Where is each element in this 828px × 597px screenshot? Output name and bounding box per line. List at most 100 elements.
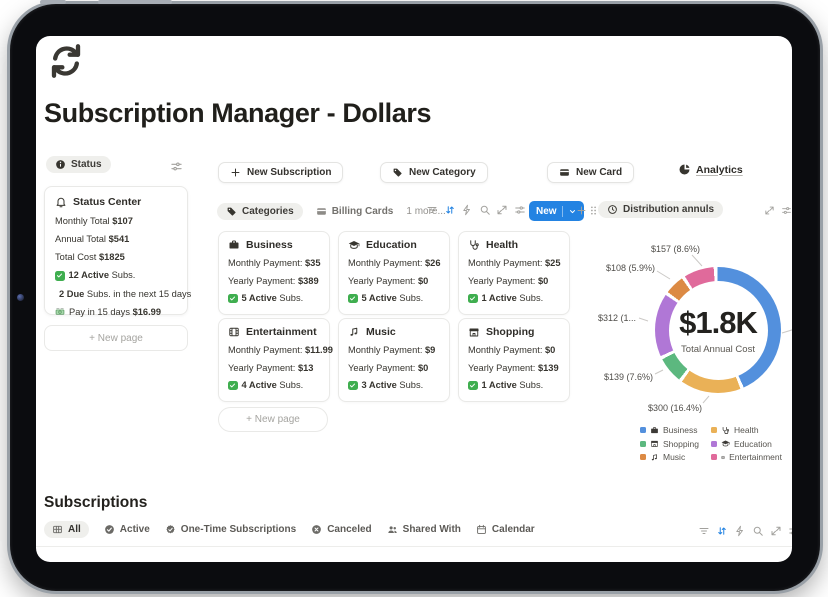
status-center-title: Status Center (73, 196, 141, 208)
bell-icon (55, 196, 67, 208)
card-health[interactable]: Health Monthly Payment: $25 Yearly Payme… (458, 231, 570, 315)
new-card-button[interactable]: New Card (547, 162, 634, 183)
money-icon (55, 307, 65, 317)
legend-item-music: Music (640, 452, 711, 462)
tab-one-time-subscriptions[interactable]: One-Time Subscriptions (165, 524, 296, 535)
info-icon (55, 159, 66, 170)
search-icon[interactable] (752, 525, 764, 537)
expand-icon[interactable] (496, 204, 508, 216)
stethoscope-icon (468, 239, 480, 251)
calendar-icon (476, 524, 487, 535)
tab-categories[interactable]: Categories (217, 203, 303, 220)
annual-total-row: Annual Total $541 (55, 234, 177, 245)
tab-active[interactable]: Active (104, 524, 150, 535)
new-page-button-categories[interactable]: + New page (218, 407, 328, 432)
analytics-button[interactable]: Analytics (678, 163, 743, 176)
sort-icon[interactable] (444, 204, 456, 216)
filter-icon[interactable] (698, 525, 710, 537)
lightning-icon[interactable] (461, 204, 473, 216)
pie-chart-icon (678, 163, 691, 176)
table-icon (52, 524, 63, 535)
legend-item-entertainment: Entertainment (711, 452, 782, 462)
graduation-cap-icon (348, 239, 360, 251)
credit-card-icon (559, 167, 570, 178)
status-button-label: Status (71, 159, 102, 170)
tab-calendar[interactable]: Calendar (476, 524, 535, 535)
subscriptions-title: Subscriptions (44, 494, 147, 512)
new-category-button[interactable]: New Category (380, 162, 488, 183)
film-icon (721, 453, 725, 462)
chart-legend: Business Shopping Music Health Education… (640, 425, 782, 462)
new-subscription-label: New Subscription (247, 167, 331, 178)
subscriptions-toolbar (698, 525, 792, 537)
music-note-icon (650, 453, 659, 462)
table-toolbar (426, 204, 526, 216)
credit-card-icon (316, 206, 327, 217)
tab-all[interactable]: All (44, 521, 89, 538)
green-check-icon (228, 381, 238, 391)
new-page-button-left[interactable]: + New page (44, 325, 188, 351)
total-annual-value: $1.8K (679, 305, 757, 341)
tab-billing-cards[interactable]: Billing Cards (316, 206, 394, 217)
briefcase-icon (228, 239, 240, 251)
briefcase-icon (650, 426, 659, 435)
app-screen: Subscription Manager - Dollars Status Ne… (36, 36, 792, 562)
new-category-label: New Category (409, 167, 476, 178)
people-icon (387, 524, 398, 535)
total-cost-row: Total Cost $1825 (55, 252, 177, 263)
status-center-card[interactable]: Status Center Monthly Total $107 Annual … (44, 186, 188, 315)
filter-icon[interactable] (426, 204, 438, 216)
monthly-total-row: Monthly Total $107 (55, 216, 177, 227)
chart-callout-health: $300 (16.4%) (648, 403, 702, 413)
tab-canceled[interactable]: Canceled (311, 524, 371, 535)
clock-icon (607, 204, 618, 215)
plus-icon[interactable] (576, 205, 587, 216)
sort-icon[interactable] (716, 525, 728, 537)
chart-callout-entertainment: $157 (8.6%) (632, 244, 700, 254)
donut-chart: $1.8K Total Annual Cost (655, 267, 781, 393)
green-check-icon (468, 294, 478, 304)
card-shopping[interactable]: Shopping Monthly Payment: $0 Yearly Paym… (458, 318, 570, 402)
tab-distribution-annuls[interactable]: Distribution annuls (598, 201, 723, 218)
status-button[interactable]: Status (46, 156, 111, 173)
graduation-cap-icon (721, 439, 730, 448)
tag-icon (392, 167, 403, 178)
green-check-icon (228, 294, 238, 304)
expand-icon[interactable] (770, 525, 782, 537)
status-center-header: Status Center (55, 196, 177, 208)
green-check-icon (348, 381, 358, 391)
stethoscope-icon (721, 426, 730, 435)
total-annual-label: Total Annual Cost (681, 344, 755, 355)
search-icon[interactable] (479, 204, 491, 216)
green-check-icon (348, 294, 358, 304)
green-check-icon (55, 271, 65, 281)
settings-sliders-icon[interactable] (170, 160, 183, 173)
settings-sliders-icon[interactable] (514, 204, 526, 216)
x-circle-icon (311, 524, 322, 535)
legend-item-shopping: Shopping (640, 439, 711, 449)
tab-shared-with[interactable]: Shared With (387, 524, 461, 535)
analytics-label: Analytics (696, 164, 743, 176)
chart-callout-education: $312 (1... (598, 313, 636, 323)
settings-sliders-icon[interactable] (781, 205, 792, 216)
expand-icon[interactable] (764, 205, 775, 216)
button-divider (562, 206, 563, 217)
subscriptions-tabs: All Active One-Time Subscriptions Cancel… (44, 521, 535, 538)
category-cards-grid: Business Monthly Payment: $35 Yearly Pay… (218, 231, 570, 402)
lightning-icon[interactable] (734, 525, 746, 537)
view-tabs: Categories Billing Cards 1 more... (217, 199, 446, 223)
settings-sliders-icon[interactable] (788, 525, 792, 537)
music-note-icon (348, 326, 360, 338)
new-subscription-button[interactable]: New Subscription (218, 162, 343, 183)
card-music[interactable]: Music Monthly Payment: $9 Yearly Payment… (338, 318, 450, 402)
card-education[interactable]: Education Monthly Payment: $26 Yearly Pa… (338, 231, 450, 315)
section-divider (36, 546, 792, 547)
card-business[interactable]: Business Monthly Payment: $35 Yearly Pay… (218, 231, 330, 315)
plus-icon (230, 167, 241, 178)
card-entertainment[interactable]: Entertainment Monthly Payment: $11.99 Ye… (218, 318, 330, 402)
tablet-top-button-2 (98, 0, 172, 4)
storefront-icon (650, 439, 659, 448)
page-refresh-icon[interactable] (46, 41, 86, 81)
legend-item-business: Business (640, 425, 711, 435)
tablet-top-button-1 (40, 0, 66, 4)
